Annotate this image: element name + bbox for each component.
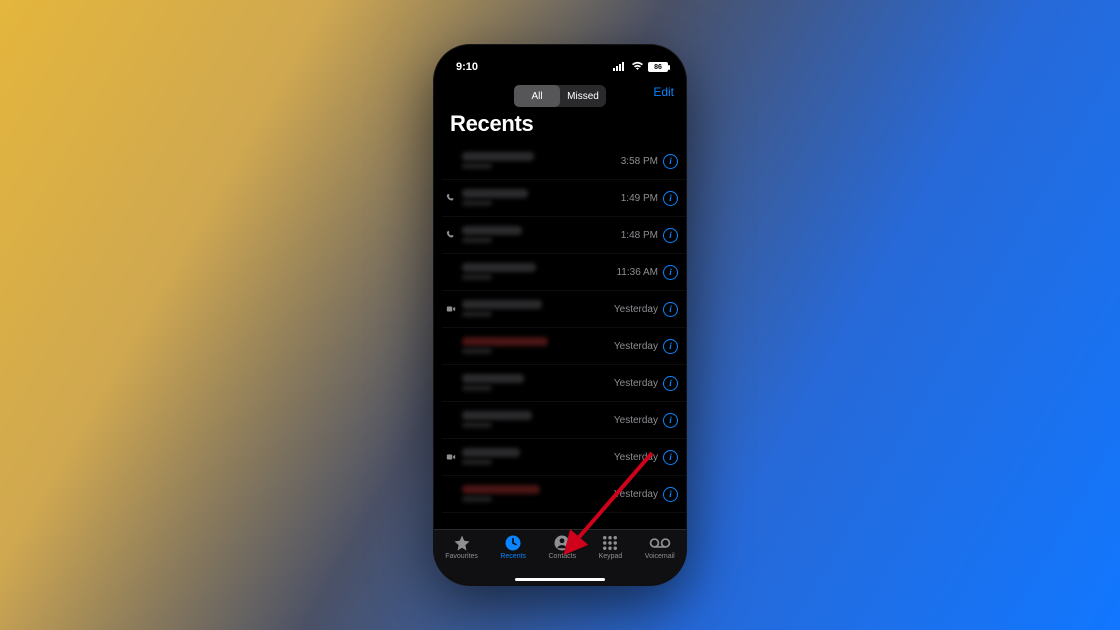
call-time: 1:48 PM bbox=[621, 230, 663, 241]
info-button[interactable]: i bbox=[663, 265, 678, 280]
info-button[interactable]: i bbox=[663, 376, 678, 391]
call-time: Yesterday bbox=[614, 304, 663, 315]
call-contact-redacted bbox=[460, 189, 621, 208]
call-row[interactable]: 1:48 PM i bbox=[442, 217, 686, 254]
tab-bar: Favourites Recents Contacts Keypad Voicemail bbox=[434, 529, 686, 585]
call-row[interactable]: Yesterday i bbox=[442, 365, 686, 402]
signal-icon bbox=[613, 61, 627, 74]
tab-contacts[interactable]: Contacts bbox=[549, 534, 577, 560]
info-button[interactable]: i bbox=[663, 191, 678, 206]
call-time: Yesterday bbox=[614, 341, 663, 352]
call-row[interactable]: 1:49 PM i bbox=[442, 180, 686, 217]
video-icon bbox=[442, 304, 460, 314]
call-row[interactable]: Yesterday i bbox=[442, 328, 686, 365]
tab-keypad[interactable]: Keypad bbox=[599, 534, 623, 560]
info-button[interactable]: i bbox=[663, 450, 678, 465]
filter-all[interactable]: All bbox=[514, 85, 560, 107]
call-row[interactable]: Yesterday i bbox=[442, 439, 686, 476]
call-contact-redacted bbox=[460, 152, 621, 171]
tab-favourites[interactable]: Favourites bbox=[445, 534, 478, 560]
call-contact-redacted bbox=[460, 411, 614, 430]
tab-label: Contacts bbox=[549, 553, 577, 560]
phone-icon bbox=[442, 193, 460, 203]
call-time: Yesterday bbox=[614, 452, 663, 463]
recents-icon bbox=[504, 534, 522, 552]
call-row[interactable]: Yesterday i bbox=[442, 476, 686, 513]
call-time: 1:49 PM bbox=[621, 193, 663, 204]
call-time: Yesterday bbox=[614, 489, 663, 500]
tab-label: Favourites bbox=[445, 553, 478, 560]
voicemail-icon bbox=[649, 534, 671, 552]
call-row[interactable]: 3:58 PM i bbox=[442, 143, 686, 180]
call-contact-redacted bbox=[460, 263, 616, 282]
call-row[interactable]: Yesterday i bbox=[442, 291, 686, 328]
call-time: 3:58 PM bbox=[621, 156, 663, 167]
status-bar: 9:10 86 bbox=[434, 45, 686, 81]
call-contact-redacted bbox=[460, 374, 614, 393]
recents-list[interactable]: 3:58 PM i 1:49 PM i 1:48 PM i 11:36 AM i… bbox=[434, 143, 686, 513]
filter-segmented-control[interactable]: All Missed bbox=[514, 85, 606, 107]
tab-recents[interactable]: Recents bbox=[500, 534, 526, 560]
call-contact-redacted bbox=[460, 485, 614, 504]
favourites-icon bbox=[453, 534, 471, 552]
tab-label: Voicemail bbox=[645, 553, 675, 560]
page-title: Recents bbox=[434, 107, 686, 143]
wifi-icon bbox=[631, 61, 644, 74]
tab-label: Recents bbox=[500, 553, 526, 560]
battery-icon: 86 bbox=[648, 62, 668, 72]
call-contact-redacted bbox=[460, 337, 614, 356]
tab-label: Keypad bbox=[599, 553, 623, 560]
call-time: 11:36 AM bbox=[616, 267, 663, 278]
iphone-frame: 9:10 86 All Missed Edit Recents 3:58 PM … bbox=[434, 45, 686, 585]
info-button[interactable]: i bbox=[663, 154, 678, 169]
call-row[interactable]: 11:36 AM i bbox=[442, 254, 686, 291]
home-indicator bbox=[515, 578, 605, 581]
keypad-icon bbox=[601, 534, 619, 552]
status-time: 9:10 bbox=[456, 61, 478, 73]
info-button[interactable]: i bbox=[663, 228, 678, 243]
call-time: Yesterday bbox=[614, 415, 663, 426]
edit-button[interactable]: Edit bbox=[653, 85, 674, 99]
phone-icon bbox=[442, 230, 460, 240]
call-row[interactable]: Yesterday i bbox=[442, 402, 686, 439]
info-button[interactable]: i bbox=[663, 413, 678, 428]
video-icon bbox=[442, 452, 460, 462]
call-contact-redacted bbox=[460, 300, 614, 319]
contacts-icon bbox=[553, 534, 571, 552]
call-contact-redacted bbox=[460, 448, 614, 467]
filter-missed[interactable]: Missed bbox=[560, 85, 606, 107]
call-time: Yesterday bbox=[614, 378, 663, 389]
info-button[interactable]: i bbox=[663, 339, 678, 354]
info-button[interactable]: i bbox=[663, 487, 678, 502]
info-button[interactable]: i bbox=[663, 302, 678, 317]
call-contact-redacted bbox=[460, 226, 621, 245]
tab-voicemail[interactable]: Voicemail bbox=[645, 534, 675, 560]
